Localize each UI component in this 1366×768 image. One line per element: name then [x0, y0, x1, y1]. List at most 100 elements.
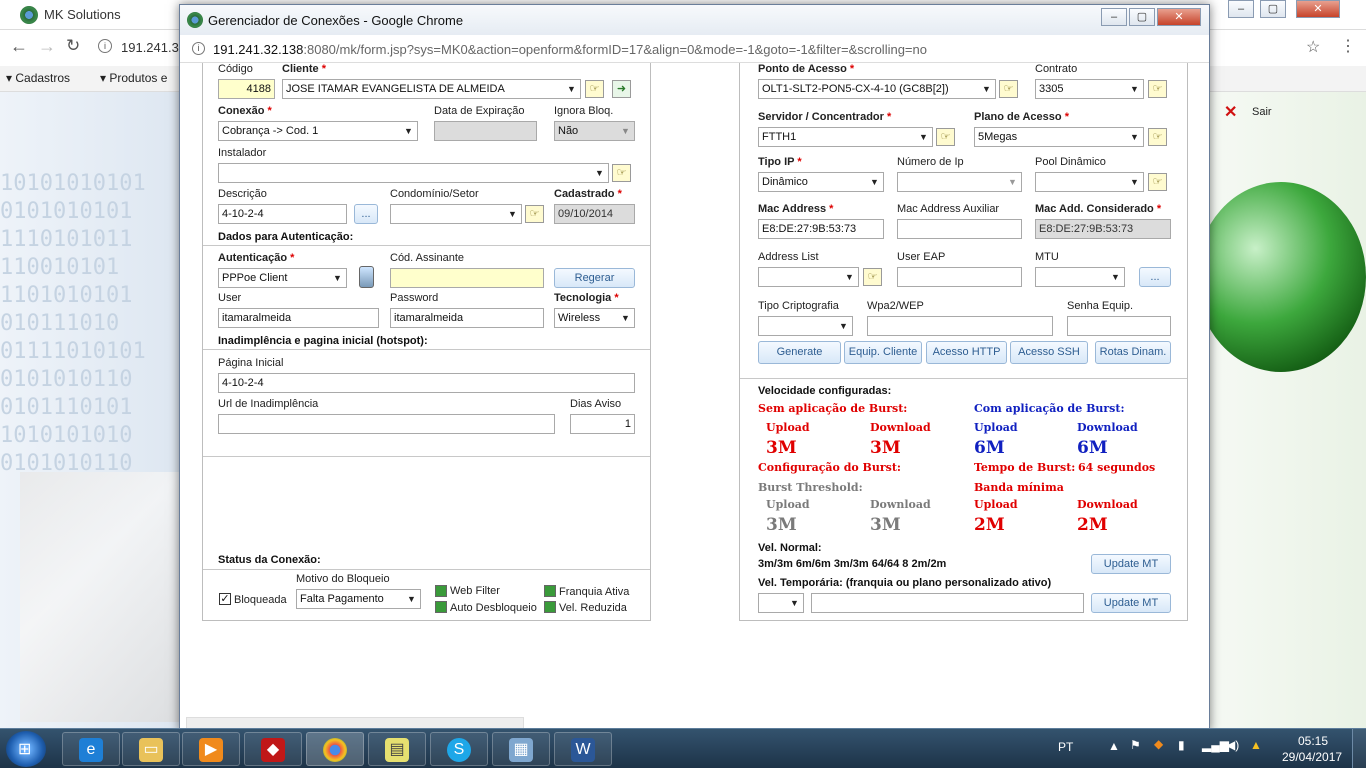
plano-select[interactable]: 5Megas ▼ [974, 127, 1144, 147]
acesso-ssh-button[interactable]: Acesso SSH [1010, 341, 1088, 364]
generate-button[interactable]: Generate [758, 341, 841, 364]
mac-aux-field[interactable] [897, 219, 1022, 239]
expiracao-field[interactable] [434, 121, 537, 141]
reload-icon[interactable]: ↻ [66, 36, 80, 56]
numero-ip-select[interactable]: ▼ [897, 172, 1022, 192]
autenticacao-label-text: Autenticação [218, 252, 288, 264]
forward-icon[interactable]: → [38, 36, 56, 57]
auto-desbloqueio-checkbox[interactable] [435, 601, 447, 613]
clock-time[interactable]: 05:15 [1298, 734, 1328, 748]
mac-considerado-field[interactable]: E8:DE:27:9B:53:73 [1035, 219, 1171, 239]
pointer-hand-icon[interactable]: ☞ [612, 164, 631, 182]
criptografia-select[interactable]: ▼ [758, 316, 853, 336]
mtu-select[interactable]: ▼ [1035, 267, 1125, 287]
taskbar-word[interactable]: W [554, 732, 612, 766]
conexao-select[interactable]: Cobrança -> Cod. 1 ▼ [218, 121, 418, 141]
vel-temporaria-field[interactable] [811, 593, 1084, 613]
threshold-download-value: 3M [870, 515, 901, 535]
pointer-hand-icon[interactable]: ☞ [1148, 173, 1167, 191]
popup-close-button[interactable]: ✕ [1157, 8, 1201, 26]
menu-icon[interactable]: ⋮ [1340, 36, 1356, 56]
update-mt-button[interactable]: Update MT [1091, 554, 1171, 574]
pagina-inicial-field[interactable]: 4-10-2-4 [218, 373, 635, 393]
popup-minimize-button[interactable]: – [1101, 8, 1127, 26]
vel-temporaria-select[interactable]: ▼ [758, 593, 804, 613]
taskbar-ie[interactable]: e [62, 732, 120, 766]
update-mt-temp-button[interactable]: Update MT [1091, 593, 1171, 613]
clock-date[interactable]: 29/04/2017 [1282, 750, 1342, 764]
ponto-acesso-select[interactable]: OLT1-SLT2-PON5-CX-4-10 (GC8B[2]) ▼ [758, 79, 996, 99]
rotas-dinam-button[interactable]: Rotas Dinam. [1095, 341, 1171, 364]
servidor-select[interactable]: FTTH1 ▼ [758, 127, 933, 147]
device-tray-icon[interactable]: ▮ [1178, 738, 1185, 752]
taskbar-explorer[interactable]: ▭ [122, 732, 180, 766]
taskbar-app[interactable]: ◆ [244, 732, 302, 766]
background-url[interactable]: 191.241.3 [121, 40, 179, 55]
web-filter-checkbox[interactable] [435, 585, 447, 597]
autenticacao-select[interactable]: PPPoe Client ▼ [218, 268, 347, 288]
bloqueada-checkbox[interactable]: ✓ [219, 593, 231, 605]
flag-icon[interactable]: ⚑ [1130, 738, 1141, 752]
menu-item-produtos[interactable]: ▾ Produtos e [100, 71, 167, 85]
pointer-hand-icon[interactable]: ☞ [585, 80, 604, 98]
condominio-select[interactable]: ▼ [390, 204, 522, 224]
tray-arrow-icon[interactable]: ▲ [1108, 739, 1120, 753]
drive-icon[interactable]: ▲ [1250, 738, 1262, 752]
show-desktop-button[interactable] [1352, 729, 1366, 768]
address-list-select[interactable]: ▼ [758, 267, 859, 287]
antivirus-icon[interactable]: ◆ [1154, 737, 1163, 751]
acesso-http-button[interactable]: Acesso HTTP [926, 341, 1007, 364]
password-field[interactable]: itamaralmeida [390, 308, 544, 328]
cadastrado-field[interactable]: 09/10/2014 [554, 204, 635, 224]
device-icon[interactable] [359, 266, 374, 288]
volume-icon[interactable]: ◀) [1226, 738, 1239, 752]
taskbar-notes[interactable]: ▤ [368, 732, 426, 766]
pointer-hand-icon[interactable]: ☞ [863, 268, 882, 286]
codigo-field[interactable]: 4188 [218, 79, 275, 99]
pointer-hand-icon[interactable]: ☞ [1148, 128, 1167, 146]
menu-item-cadastros[interactable]: ▾ Cadastros [6, 71, 70, 85]
taskbar-chrome[interactable] [306, 732, 364, 766]
wpa-field[interactable] [867, 316, 1053, 336]
back-icon[interactable]: ← [10, 36, 28, 57]
contrato-select[interactable]: 3305 ▼ [1035, 79, 1144, 99]
user-eap-field[interactable] [897, 267, 1022, 287]
user-field[interactable]: itamaralmeida [218, 308, 379, 328]
dias-aviso-field[interactable]: 1 [570, 414, 635, 434]
popup-url[interactable]: 191.241.32.138:8080/mk/form.jsp?sys=MK0&… [213, 42, 927, 57]
pointer-hand-icon[interactable]: ☞ [936, 128, 955, 146]
pointer-hand-icon[interactable]: ☞ [999, 80, 1018, 98]
pool-select[interactable]: ▼ [1035, 172, 1144, 192]
pointer-hand-icon[interactable]: ☞ [525, 205, 544, 223]
mac-address-field[interactable]: E8:DE:27:9B:53:73 [758, 219, 884, 239]
star-icon[interactable]: ☆ [1306, 37, 1320, 57]
minimize-button[interactable]: – [1228, 0, 1254, 18]
maximize-button[interactable]: ▢ [1260, 0, 1286, 18]
equip-cliente-button[interactable]: Equip. Cliente [844, 341, 922, 364]
vel-reduzida-checkbox[interactable] [544, 601, 556, 613]
signal-icon[interactable]: ▂▄▆ [1202, 738, 1229, 752]
open-record-icon[interactable]: ➜ [612, 80, 631, 98]
tecnologia-select[interactable]: Wireless ▼ [554, 308, 635, 328]
url-inadimplencia-field[interactable] [218, 414, 555, 434]
motivo-select[interactable]: Falta Pagamento ▼ [296, 589, 421, 609]
descricao-more-button[interactable]: ... [354, 204, 378, 224]
tipo-ip-select[interactable]: Dinâmico ▼ [758, 172, 884, 192]
descricao-field[interactable]: 4-10-2-4 [218, 204, 347, 224]
ignora-select[interactable]: Não ▼ [554, 121, 635, 141]
language-indicator[interactable]: PT [1058, 740, 1073, 754]
taskbar-skype[interactable]: S [430, 732, 488, 766]
taskbar-network[interactable]: ▦ [492, 732, 550, 766]
taskbar-media[interactable]: ▶ [182, 732, 240, 766]
instalador-select[interactable]: ▼ [218, 163, 609, 183]
assinante-field[interactable] [390, 268, 544, 288]
senha-equip-field[interactable] [1067, 316, 1171, 336]
franquia-checkbox[interactable] [544, 585, 556, 597]
popup-maximize-button[interactable]: ▢ [1129, 8, 1155, 26]
pointer-hand-icon[interactable]: ☞ [1148, 80, 1167, 98]
cliente-select[interactable]: JOSE ITAMAR EVANGELISTA DE ALMEIDA ▼ [282, 79, 581, 99]
close-button[interactable]: ✕ [1296, 0, 1340, 18]
start-button[interactable]: ⊞ [6, 731, 46, 767]
mtu-more-button[interactable]: ... [1139, 267, 1171, 287]
regerar-button[interactable]: Regerar [554, 268, 635, 288]
